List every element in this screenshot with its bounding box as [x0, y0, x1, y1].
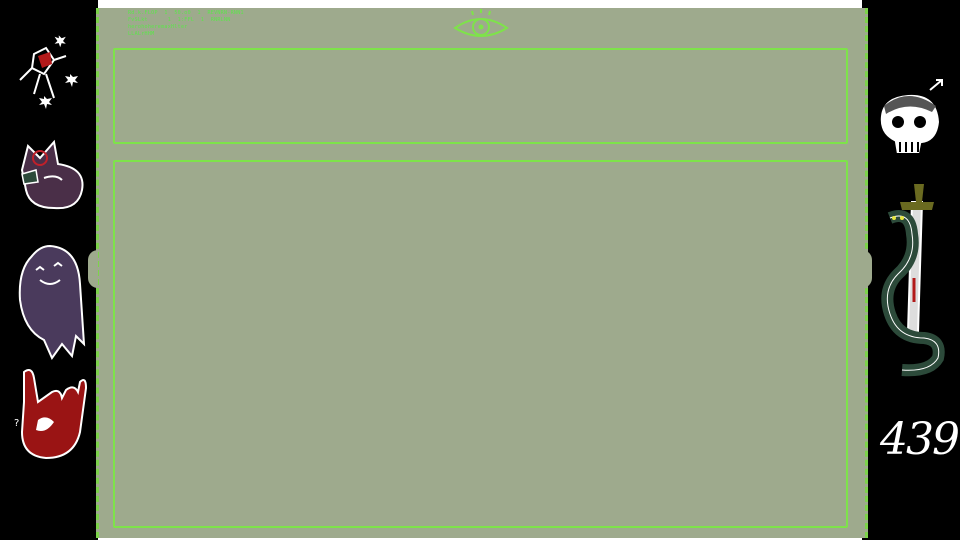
ghost-sticker	[18, 244, 86, 361]
hud-readout: Rd.k.FLOP 1 50.o0 1 REVNRN-RNN1 FvSLkt 1 …	[128, 10, 244, 38]
snake-sword-sticker	[881, 184, 945, 377]
hud-line-4: LLALrHHM	[128, 31, 155, 37]
ninja-sticker	[19, 35, 78, 109]
svg-text:?: ?	[14, 418, 19, 429]
cat-sticker	[20, 139, 84, 210]
right-notch	[862, 250, 872, 288]
hud-line-3: herohoheremaxHlter	[128, 24, 188, 30]
number-439-sticker: 439	[880, 414, 960, 465]
top-box	[113, 48, 848, 144]
hud-line-1: Rd.k.FLOP 1 50.o0 1 REVNRN-RNN1	[128, 10, 244, 16]
rock-hand-sticker: ?	[14, 369, 88, 460]
overlay-frame: Rd.k.FLOP 1 50.o0 1 REVNRN-RNN1 FvSLkt 1 …	[0, 0, 960, 540]
skull-sticker	[878, 79, 943, 155]
main-box	[113, 160, 848, 528]
eye-icon	[453, 9, 509, 37]
hud-line-2: FvSLkt 1 1:FFL 1 RNRLNN	[128, 17, 231, 23]
